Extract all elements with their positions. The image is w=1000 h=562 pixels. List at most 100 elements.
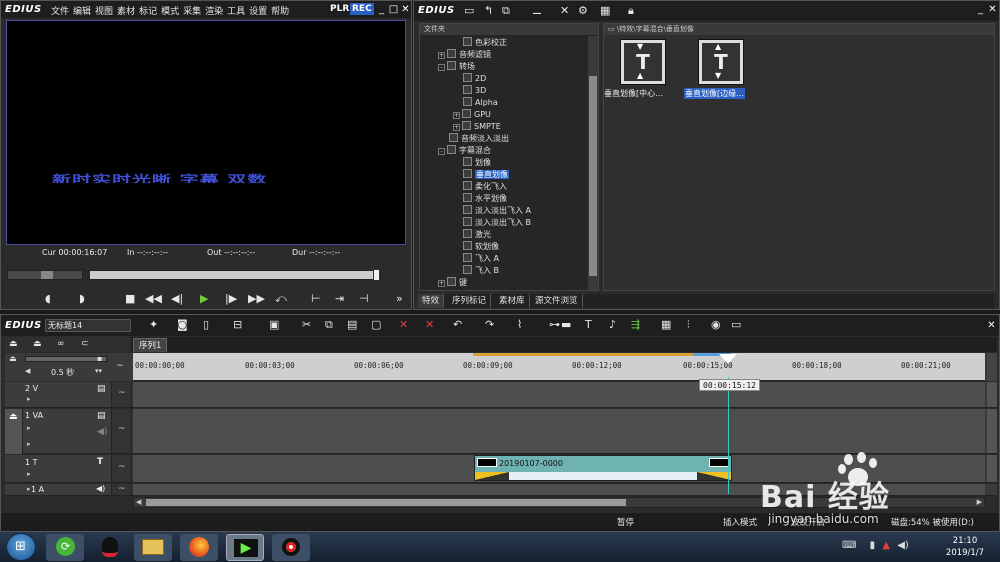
track-video-icon[interactable]: ▤ bbox=[97, 384, 106, 394]
collapse-icon[interactable]: - bbox=[438, 148, 445, 155]
snap-icon[interactable]: ⊂ bbox=[81, 337, 89, 351]
save-icon[interactable]: ▣ bbox=[269, 318, 279, 332]
track-scroll[interactable] bbox=[987, 409, 997, 453]
folder-icon[interactable]: ▭ bbox=[464, 4, 474, 18]
start-button[interactable]: ⊞ bbox=[6, 533, 36, 561]
tree-item[interactable]: 飞入 A bbox=[463, 253, 499, 264]
volume-icon[interactable]: ◀) bbox=[897, 540, 909, 551]
more-icon[interactable]: » bbox=[396, 292, 403, 306]
delete-icon[interactable]: ✕ bbox=[560, 4, 569, 18]
mix-out-handle[interactable] bbox=[697, 472, 731, 480]
step-forward-icon[interactable]: |▶ bbox=[225, 292, 237, 306]
link-icon[interactable]: ∞ bbox=[57, 337, 65, 351]
tree-item-selected[interactable]: 垂直划像 bbox=[463, 169, 509, 180]
sync-icon[interactable]: ⏏ bbox=[33, 337, 42, 351]
track-patch[interactable]: ~ bbox=[112, 409, 132, 453]
expand-icon[interactable]: + bbox=[438, 280, 445, 287]
tree-item[interactable]: 音频淡入淡出 bbox=[449, 133, 509, 144]
track-header[interactable]: 1 T ▸ T bbox=[5, 455, 112, 482]
track-area[interactable] bbox=[133, 484, 985, 495]
view-icon[interactable]: ▦ bbox=[600, 4, 610, 18]
track-header[interactable]: 2 V ▸ ▤ bbox=[5, 382, 112, 407]
track-patch[interactable]: ~ bbox=[112, 484, 132, 495]
copy-icon[interactable]: ⧉ bbox=[502, 4, 510, 18]
tree-scrollbar[interactable] bbox=[588, 36, 598, 290]
track-scroll[interactable] bbox=[987, 382, 997, 407]
set-in-icon[interactable]: ◖ bbox=[45, 292, 51, 306]
tree-item[interactable]: + SMPTE bbox=[453, 121, 501, 132]
step-back-icon[interactable]: ◀| bbox=[171, 292, 183, 306]
tree-item[interactable]: 划像 bbox=[463, 157, 491, 168]
collapse-tracks-icon[interactable]: ⏏ bbox=[9, 354, 17, 363]
tree-item[interactable]: 飞入 B bbox=[463, 265, 499, 276]
track-header[interactable]: 1 VA ▸ ▸ ▤ ◀) bbox=[23, 409, 112, 453]
timeline-hscroll[interactable]: ◀ ▶ bbox=[133, 497, 985, 508]
tree-item[interactable]: 淡入淡出飞入 A bbox=[463, 205, 531, 216]
stop-icon[interactable]: ■ bbox=[125, 292, 135, 306]
speaker-icon[interactable]: ◀) bbox=[97, 427, 107, 437]
track-expand-icon[interactable]: ▸ bbox=[27, 440, 31, 448]
expand-icon[interactable]: + bbox=[438, 52, 445, 59]
collapse-icon[interactable]: - bbox=[438, 64, 445, 71]
scale-dropdown-icon[interactable]: ▾▾ bbox=[95, 367, 102, 375]
title-icon[interactable]: T bbox=[585, 318, 592, 332]
mix-in-handle[interactable] bbox=[475, 472, 509, 480]
line-icon[interactable]: ⚊ bbox=[532, 4, 542, 18]
camera-icon[interactable]: ◙ bbox=[177, 318, 188, 332]
menu-render[interactable]: 渲染 bbox=[205, 7, 223, 17]
undo-icon[interactable]: ↶ bbox=[453, 318, 462, 332]
ripple-icon[interactable]: ⊶ bbox=[549, 318, 560, 332]
export-icon[interactable]: ⇶ bbox=[631, 318, 640, 332]
warning-icon[interactable]: ▲ bbox=[882, 540, 890, 551]
clock[interactable]: 21:10 2019/1/7 bbox=[938, 535, 992, 559]
scale-wave-icon[interactable]: ~ bbox=[116, 361, 124, 371]
microphone-icon[interactable]: ♪ bbox=[609, 318, 616, 332]
split-icon[interactable]: ⌇ bbox=[517, 318, 522, 332]
track-area[interactable] bbox=[133, 409, 985, 453]
tab-effects[interactable]: 特效 bbox=[418, 294, 445, 308]
track-header[interactable]: 1 A ▸ ◀) bbox=[5, 484, 112, 495]
menu-marker[interactable]: 标记 bbox=[139, 7, 157, 17]
rec-toggle[interactable]: REC bbox=[350, 3, 374, 15]
open-icon[interactable]: ⊟ bbox=[233, 318, 242, 332]
mixer-icon[interactable]: ⫶ bbox=[687, 318, 690, 332]
timeline-scale[interactable]: 0.5 秒 bbox=[51, 367, 74, 378]
time-ruler[interactable]: 00:00:00;00 00:00:03;00 00:00:06;00 00:0… bbox=[133, 353, 985, 381]
video-audio-patch[interactable]: ⏏ bbox=[5, 409, 23, 454]
mark-icon[interactable]: ⊣ bbox=[359, 292, 369, 306]
menu-tools[interactable]: 工具 bbox=[227, 7, 245, 17]
close-icon[interactable]: ✕ bbox=[399, 4, 412, 16]
group-icon[interactable]: ▢ bbox=[371, 318, 381, 332]
track-patch[interactable]: ~ bbox=[112, 455, 132, 482]
tree-item[interactable]: 淡入淡出飞入 B bbox=[463, 217, 531, 228]
tree-item[interactable]: - 字幕混合 bbox=[438, 145, 491, 156]
track-mode-icon[interactable]: ⏏ bbox=[9, 337, 18, 351]
delete-clip-icon[interactable]: ✕ bbox=[399, 318, 408, 332]
track-expand-icon[interactable]: ▸ bbox=[27, 470, 31, 478]
ruler-scroll-right[interactable] bbox=[987, 353, 997, 381]
tab-sequence-markers[interactable]: 序列标记 bbox=[448, 294, 492, 308]
menu-file[interactable]: 文件 bbox=[51, 7, 69, 17]
menu-view[interactable]: 视图 bbox=[95, 7, 113, 17]
paste-icon[interactable]: ▤ bbox=[347, 318, 357, 332]
rewind-icon[interactable]: ◀◀ bbox=[145, 292, 162, 306]
magic-wand-icon[interactable]: ✦ bbox=[149, 318, 158, 332]
effect-item-selected[interactable]: T ▲ ▼ 垂直划像[边缘… bbox=[682, 38, 762, 100]
tab-source-browser[interactable]: 源文件浏览 bbox=[531, 294, 583, 308]
copy-clip-icon[interactable]: ⧉ bbox=[325, 318, 333, 332]
network-icon[interactable]: ▮ bbox=[870, 540, 876, 551]
taskbar-app-explorer[interactable] bbox=[134, 534, 172, 561]
tree-item[interactable]: 水平划像 bbox=[463, 193, 507, 204]
insert-icon[interactable]: ⊢ bbox=[311, 292, 321, 306]
hscroll-thumb[interactable] bbox=[146, 499, 626, 506]
overwrite-icon[interactable]: ⇥ bbox=[335, 292, 344, 306]
tree-item[interactable]: 色彩校正 bbox=[463, 37, 507, 48]
shuttle-slider[interactable] bbox=[7, 270, 83, 280]
loop-icon[interactable]: ⤺ bbox=[275, 292, 287, 306]
ripple-delete-icon[interactable]: ✕ bbox=[425, 318, 434, 332]
tree-item[interactable]: + 音频滤镜 bbox=[438, 49, 491, 60]
grid-icon[interactable]: ▦ bbox=[661, 318, 671, 332]
position-handle[interactable] bbox=[373, 269, 380, 281]
track-video-icon[interactable]: ▤ bbox=[97, 411, 106, 421]
tree-item[interactable]: + GPU bbox=[453, 109, 491, 120]
